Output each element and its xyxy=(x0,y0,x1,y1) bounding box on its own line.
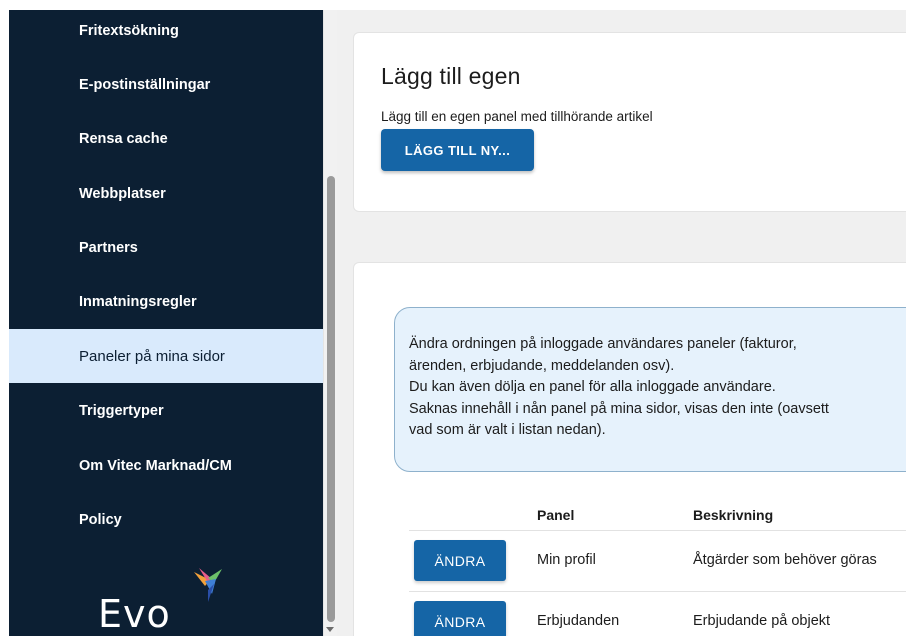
sidebar-item-inmatningsregler[interactable]: Inmatningsregler xyxy=(9,275,323,329)
add-own-title: Lägg till egen xyxy=(381,63,521,89)
info-text-line: Du kan även dölja en panel för alla inlo… xyxy=(409,379,776,395)
info-text-line: ärenden, erbjudande, meddelanden osv). xyxy=(409,357,675,374)
sidebar-item-triggertyper[interactable]: Triggertyper xyxy=(9,384,323,438)
sidebar-item-om-vitec[interactable]: Om Vitec Marknad/CM xyxy=(9,439,323,493)
scroll-down-arrow-icon[interactable] xyxy=(326,627,334,632)
sidebar-item-paneler-pa-mina-sidor[interactable]: Paneler på mina sidor xyxy=(9,329,323,383)
info-text-line: Saknas innehåll i nån panel på mina sido… xyxy=(409,400,829,417)
bird-icon xyxy=(194,568,222,602)
sidebar-item-fritextsokning[interactable]: Fritextsökning xyxy=(9,10,323,58)
sidebar-item-policy[interactable]: Policy xyxy=(9,493,323,547)
info-text-line: vad som är valt i listan nedan). xyxy=(409,422,606,438)
column-header-panel: Panel xyxy=(537,507,575,523)
evo-logo: Evo xyxy=(98,566,222,636)
add-own-description: Lägg till en egen panel med tillhörande … xyxy=(381,109,653,124)
sidebar-item-label: Rensa cache xyxy=(79,131,168,147)
sidebar: Fritextsökning E-postinställningar Rensa… xyxy=(9,10,323,636)
table-row: ÄNDRA Min profil Åtgärder som behöver gö… xyxy=(409,531,906,592)
sidebar-scrollbar-thumb[interactable] xyxy=(327,176,335,622)
panels-table: Panel Beskrivning ÄNDRA Min profil Åtgär… xyxy=(409,495,906,636)
sidebar-item-label: Paneler på mina sidor xyxy=(79,347,225,365)
sidebar-item-label: Webbplatser xyxy=(79,186,166,202)
add-own-card: Lägg till egen Lägg till en egen panel m… xyxy=(353,32,906,212)
panel-name-cell: Min profil xyxy=(537,552,596,568)
main-content: Lägg till egen Lägg till en egen panel m… xyxy=(337,10,906,636)
panels-card: Ändra ordningen på inloggade användares … xyxy=(353,262,906,636)
sidebar-item-partners[interactable]: Partners xyxy=(9,221,323,275)
sidebar-item-label: E-postinställningar xyxy=(79,77,211,93)
info-box: Ändra ordningen på inloggade användares … xyxy=(394,307,906,472)
logo-text: Evo xyxy=(98,592,171,636)
column-header-description: Beskrivning xyxy=(693,507,774,523)
sidebar-item-label: Fritextsökning xyxy=(79,23,179,39)
panel-description-cell: Erbjudande på objekt xyxy=(693,613,831,629)
sidebar-item-webbplatser[interactable]: Webbplatser xyxy=(9,167,323,221)
info-text-line: Ändra ordningen på inloggade användares … xyxy=(409,336,797,352)
edit-button[interactable]: ÄNDRA xyxy=(414,601,506,636)
add-new-button[interactable]: LÄGG TILL NY... xyxy=(381,129,534,171)
edit-button[interactable]: ÄNDRA xyxy=(414,540,506,581)
sidebar-item-label: Inmatningsregler xyxy=(79,294,197,310)
panel-name-cell: Erbjudanden xyxy=(537,613,620,629)
sidebar-item-label: Triggertyper xyxy=(79,403,164,419)
table-header: Panel Beskrivning xyxy=(409,495,906,531)
sidebar-item-label: Policy xyxy=(79,512,122,528)
table-row: ÄNDRA Erbjudanden Erbjudande på objekt xyxy=(409,592,906,636)
panel-description-cell: Åtgärder som behöver göras xyxy=(693,552,877,568)
sidebar-item-label: Om Vitec Marknad/CM xyxy=(79,458,232,474)
sidebar-item-rensa-cache[interactable]: Rensa cache xyxy=(9,112,323,166)
sidebar-item-e-postinstallningar[interactable]: E-postinställningar xyxy=(9,58,323,112)
sidebar-item-label: Partners xyxy=(79,240,138,256)
